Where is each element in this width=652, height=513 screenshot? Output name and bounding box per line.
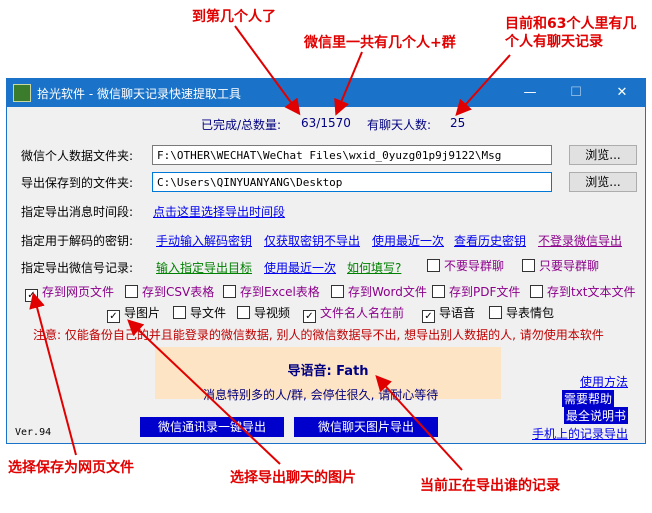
- arrow-to-current: [375, 375, 463, 471]
- arrow-to-total: [334, 51, 363, 116]
- annotation-arrows: [29, 25, 511, 471]
- arrow-to-html: [29, 292, 77, 456]
- arrow-to-done: [234, 25, 301, 116]
- arrow-to-chat: [455, 54, 511, 116]
- arrow-to-images: [127, 319, 281, 465]
